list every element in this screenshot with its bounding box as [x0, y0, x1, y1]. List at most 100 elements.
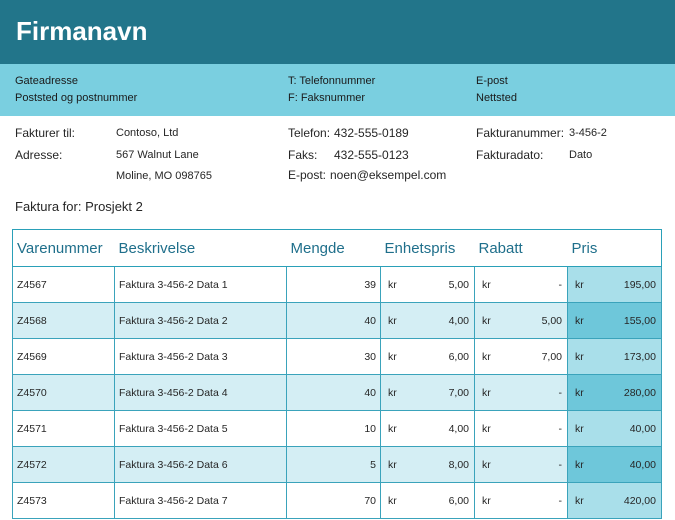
street-address[interactable]: Gateadresse	[15, 75, 78, 87]
price-value: 155,00	[623, 315, 656, 327]
company-name[interactable]: Firmanavn	[16, 16, 148, 47]
description-cell[interactable]: Faktura 3-456-2 Data 5	[114, 410, 287, 447]
discount-value: -	[558, 279, 563, 291]
description-cell[interactable]: Faktura 3-456-2 Data 4	[114, 374, 287, 411]
price-value: 195,00	[623, 279, 656, 291]
discount-cell[interactable]: kr -	[474, 374, 568, 411]
discount-cell[interactable]: kr -	[474, 266, 568, 303]
price-cell[interactable]: kr 155,00	[567, 302, 662, 339]
unit-price-cell[interactable]: kr 6,00	[380, 482, 475, 519]
item-number-cell[interactable]: Z4572	[12, 446, 115, 483]
price-value: 280,00	[623, 387, 656, 399]
unit-price-cell[interactable]: kr 5,00	[380, 266, 475, 303]
invoice-number-value[interactable]: 3-456-2	[569, 127, 607, 139]
discount-cell[interactable]: kr -	[474, 410, 568, 447]
discount-cell[interactable]: kr 7,00	[474, 338, 568, 375]
description-cell[interactable]: Faktura 3-456-2 Data 3	[114, 338, 287, 375]
unit-price-value: 7,00	[448, 387, 469, 399]
item-number-cell[interactable]: Z4569	[12, 338, 115, 375]
address-label: Adresse:	[15, 148, 63, 162]
header-unit-price[interactable]: Enhetspris	[380, 229, 475, 267]
postal-address[interactable]: Poststed og postnummer	[15, 92, 137, 104]
unit-price-cell[interactable]: kr 6,00	[380, 338, 475, 375]
invoice-table: Varenummer Beskrivelse Mengde Enhetspris…	[12, 229, 662, 519]
invoice-date-value[interactable]: Dato	[569, 149, 592, 161]
header-description[interactable]: Beskrivelse	[114, 229, 287, 267]
description-cell[interactable]: Faktura 3-456-2 Data 1	[114, 266, 287, 303]
price-cell[interactable]: kr 173,00	[567, 338, 662, 375]
billing-email-label: E-post:	[288, 168, 327, 182]
billing-fax-value[interactable]: 432-555-0123	[334, 148, 409, 162]
currency-label: kr	[388, 423, 397, 435]
email[interactable]: E-post	[476, 75, 508, 87]
table-row: Z4567 Faktura 3-456-2 Data 1 39 kr 5,00 k…	[12, 266, 662, 303]
unit-price-value: 4,00	[448, 423, 469, 435]
table-row: Z4572 Faktura 3-456-2 Data 6 5 kr 8,00 kr…	[12, 446, 662, 483]
discount-value: -	[558, 495, 563, 507]
header-discount[interactable]: Rabatt	[474, 229, 568, 267]
phone-number[interactable]: T: Telefonnummer	[288, 75, 375, 87]
currency-label: kr	[388, 315, 397, 327]
description-cell[interactable]: Faktura 3-456-2 Data 2	[114, 302, 287, 339]
price-value: 40,00	[629, 423, 656, 435]
price-cell[interactable]: kr 420,00	[567, 482, 662, 519]
billed-to-value[interactable]: Contoso, Ltd	[116, 127, 178, 139]
unit-price-cell[interactable]: kr 8,00	[380, 446, 475, 483]
quantity-cell[interactable]: 40	[286, 374, 381, 411]
item-number-cell[interactable]: Z4570	[12, 374, 115, 411]
invoice-number-label: Fakturanummer:	[476, 126, 565, 140]
quantity-cell[interactable]: 30	[286, 338, 381, 375]
table-header-row: Varenummer Beskrivelse Mengde Enhetspris…	[12, 229, 662, 267]
price-cell[interactable]: kr 195,00	[567, 266, 662, 303]
address-line-1[interactable]: 567 Walnut Lane	[116, 149, 199, 161]
currency-label: kr	[575, 495, 584, 507]
currency-label: kr	[482, 279, 491, 291]
billing-phone-value[interactable]: 432-555-0189	[334, 126, 409, 140]
fax-number[interactable]: F: Faksnummer	[288, 92, 365, 104]
quantity-cell[interactable]: 10	[286, 410, 381, 447]
table-row: Z4570 Faktura 3-456-2 Data 4 40 kr 7,00 k…	[12, 374, 662, 411]
item-number-cell[interactable]: Z4573	[12, 482, 115, 519]
item-number-cell[interactable]: Z4567	[12, 266, 115, 303]
price-cell[interactable]: kr 40,00	[567, 446, 662, 483]
currency-label: kr	[482, 351, 491, 363]
header-price[interactable]: Pris	[567, 229, 662, 267]
description-cell[interactable]: Faktura 3-456-2 Data 7	[114, 482, 287, 519]
header-item-number[interactable]: Varenummer	[12, 229, 115, 267]
discount-cell[interactable]: kr -	[474, 446, 568, 483]
item-number-cell[interactable]: Z4568	[12, 302, 115, 339]
description-cell[interactable]: Faktura 3-456-2 Data 6	[114, 446, 287, 483]
currency-label: kr	[482, 423, 491, 435]
currency-label: kr	[575, 279, 584, 291]
quantity-cell[interactable]: 39	[286, 266, 381, 303]
price-cell[interactable]: kr 280,00	[567, 374, 662, 411]
unit-price-cell[interactable]: kr 4,00	[380, 302, 475, 339]
price-cell[interactable]: kr 40,00	[567, 410, 662, 447]
quantity-cell[interactable]: 70	[286, 482, 381, 519]
billing-fax-label: Faks:	[288, 148, 318, 162]
unit-price-value: 8,00	[448, 459, 469, 471]
company-header: Firmanavn	[0, 0, 675, 64]
currency-label: kr	[388, 387, 397, 399]
billing-phone-label: Telefon:	[288, 126, 331, 140]
invoice-date-label: Fakturadato:	[476, 148, 544, 162]
discount-cell[interactable]: kr 5,00	[474, 302, 568, 339]
price-value: 40,00	[629, 459, 656, 471]
price-value: 420,00	[623, 495, 656, 507]
item-number-cell[interactable]: Z4571	[12, 410, 115, 447]
quantity-cell[interactable]: 5	[286, 446, 381, 483]
billing-email-value[interactable]: noen@eksempel.com	[330, 168, 446, 182]
billed-to-label: Fakturer til:	[15, 126, 76, 140]
unit-price-cell[interactable]: kr 7,00	[380, 374, 475, 411]
address-line-2[interactable]: Moline, MO 098765	[116, 170, 212, 182]
header-quantity[interactable]: Mengde	[286, 229, 381, 267]
quantity-cell[interactable]: 40	[286, 302, 381, 339]
discount-value: 7,00	[541, 351, 562, 363]
table-row: Z4573 Faktura 3-456-2 Data 7 70 kr 6,00 k…	[12, 482, 662, 519]
unit-price-cell[interactable]: kr 4,00	[380, 410, 475, 447]
discount-value: -	[558, 387, 563, 399]
currency-label: kr	[575, 387, 584, 399]
discount-cell[interactable]: kr -	[474, 482, 568, 519]
website[interactable]: Nettsted	[476, 92, 517, 104]
project-title[interactable]: Faktura for: Prosjekt 2	[15, 199, 143, 214]
